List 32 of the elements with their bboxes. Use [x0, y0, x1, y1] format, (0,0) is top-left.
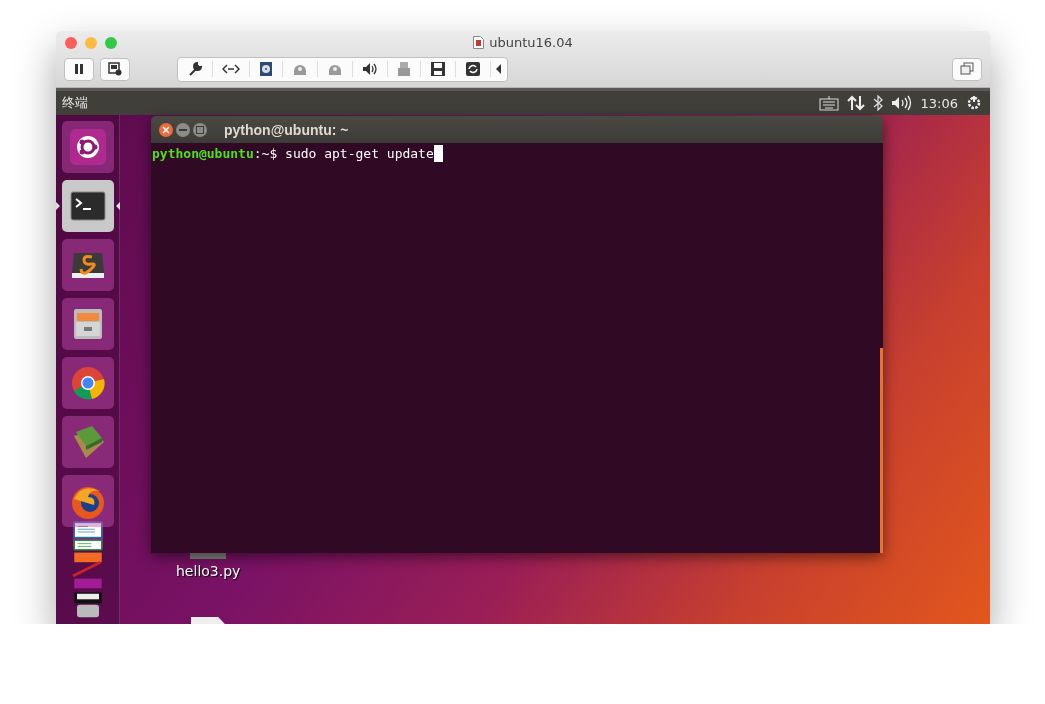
launcher-item[interactable] — [61, 357, 114, 409]
launcher-item[interactable] — [61, 121, 114, 173]
keyboard-icon[interactable] — [818, 95, 839, 111]
pause-button[interactable] — [64, 57, 94, 81]
maximize-button[interactable] — [193, 122, 207, 137]
maximize-icon — [196, 125, 204, 134]
snapshot-button[interactable] — [100, 57, 130, 81]
minimize-icon — [179, 128, 187, 131]
text-cursor — [433, 145, 443, 162]
snapshot-icon — [108, 62, 122, 76]
power-gear-icon[interactable] — [966, 95, 982, 111]
triangle-icon — [56, 202, 60, 210]
launcher-item[interactable] — [61, 475, 114, 527]
windows-icon — [960, 62, 974, 76]
close-button[interactable] — [159, 122, 173, 137]
launcher-item[interactable] — [61, 298, 114, 350]
window-title: ubuntu16.04 — [489, 35, 573, 50]
terminal-title: python@ubuntu: ~ — [224, 121, 349, 138]
bluetooth-icon[interactable] — [872, 95, 883, 111]
launcher-item[interactable] — [61, 239, 114, 291]
ubuntu-app-icon — [67, 127, 108, 167]
app-name: 终端 — [62, 94, 88, 112]
close-icon — [162, 125, 170, 134]
file-name[interactable]: hello3.py — [176, 563, 241, 579]
network-arrows-icon[interactable] — [846, 95, 865, 111]
clock[interactable]: 13:06 — [920, 95, 958, 111]
volume-icon[interactable] — [890, 95, 913, 111]
scrollbar[interactable] — [880, 348, 883, 553]
pause-icon — [73, 63, 85, 75]
document-icon — [473, 36, 485, 49]
terminal-line: python@ubuntu:~$ sudo apt-get update — [152, 146, 434, 161]
triangle-icon — [115, 202, 120, 210]
